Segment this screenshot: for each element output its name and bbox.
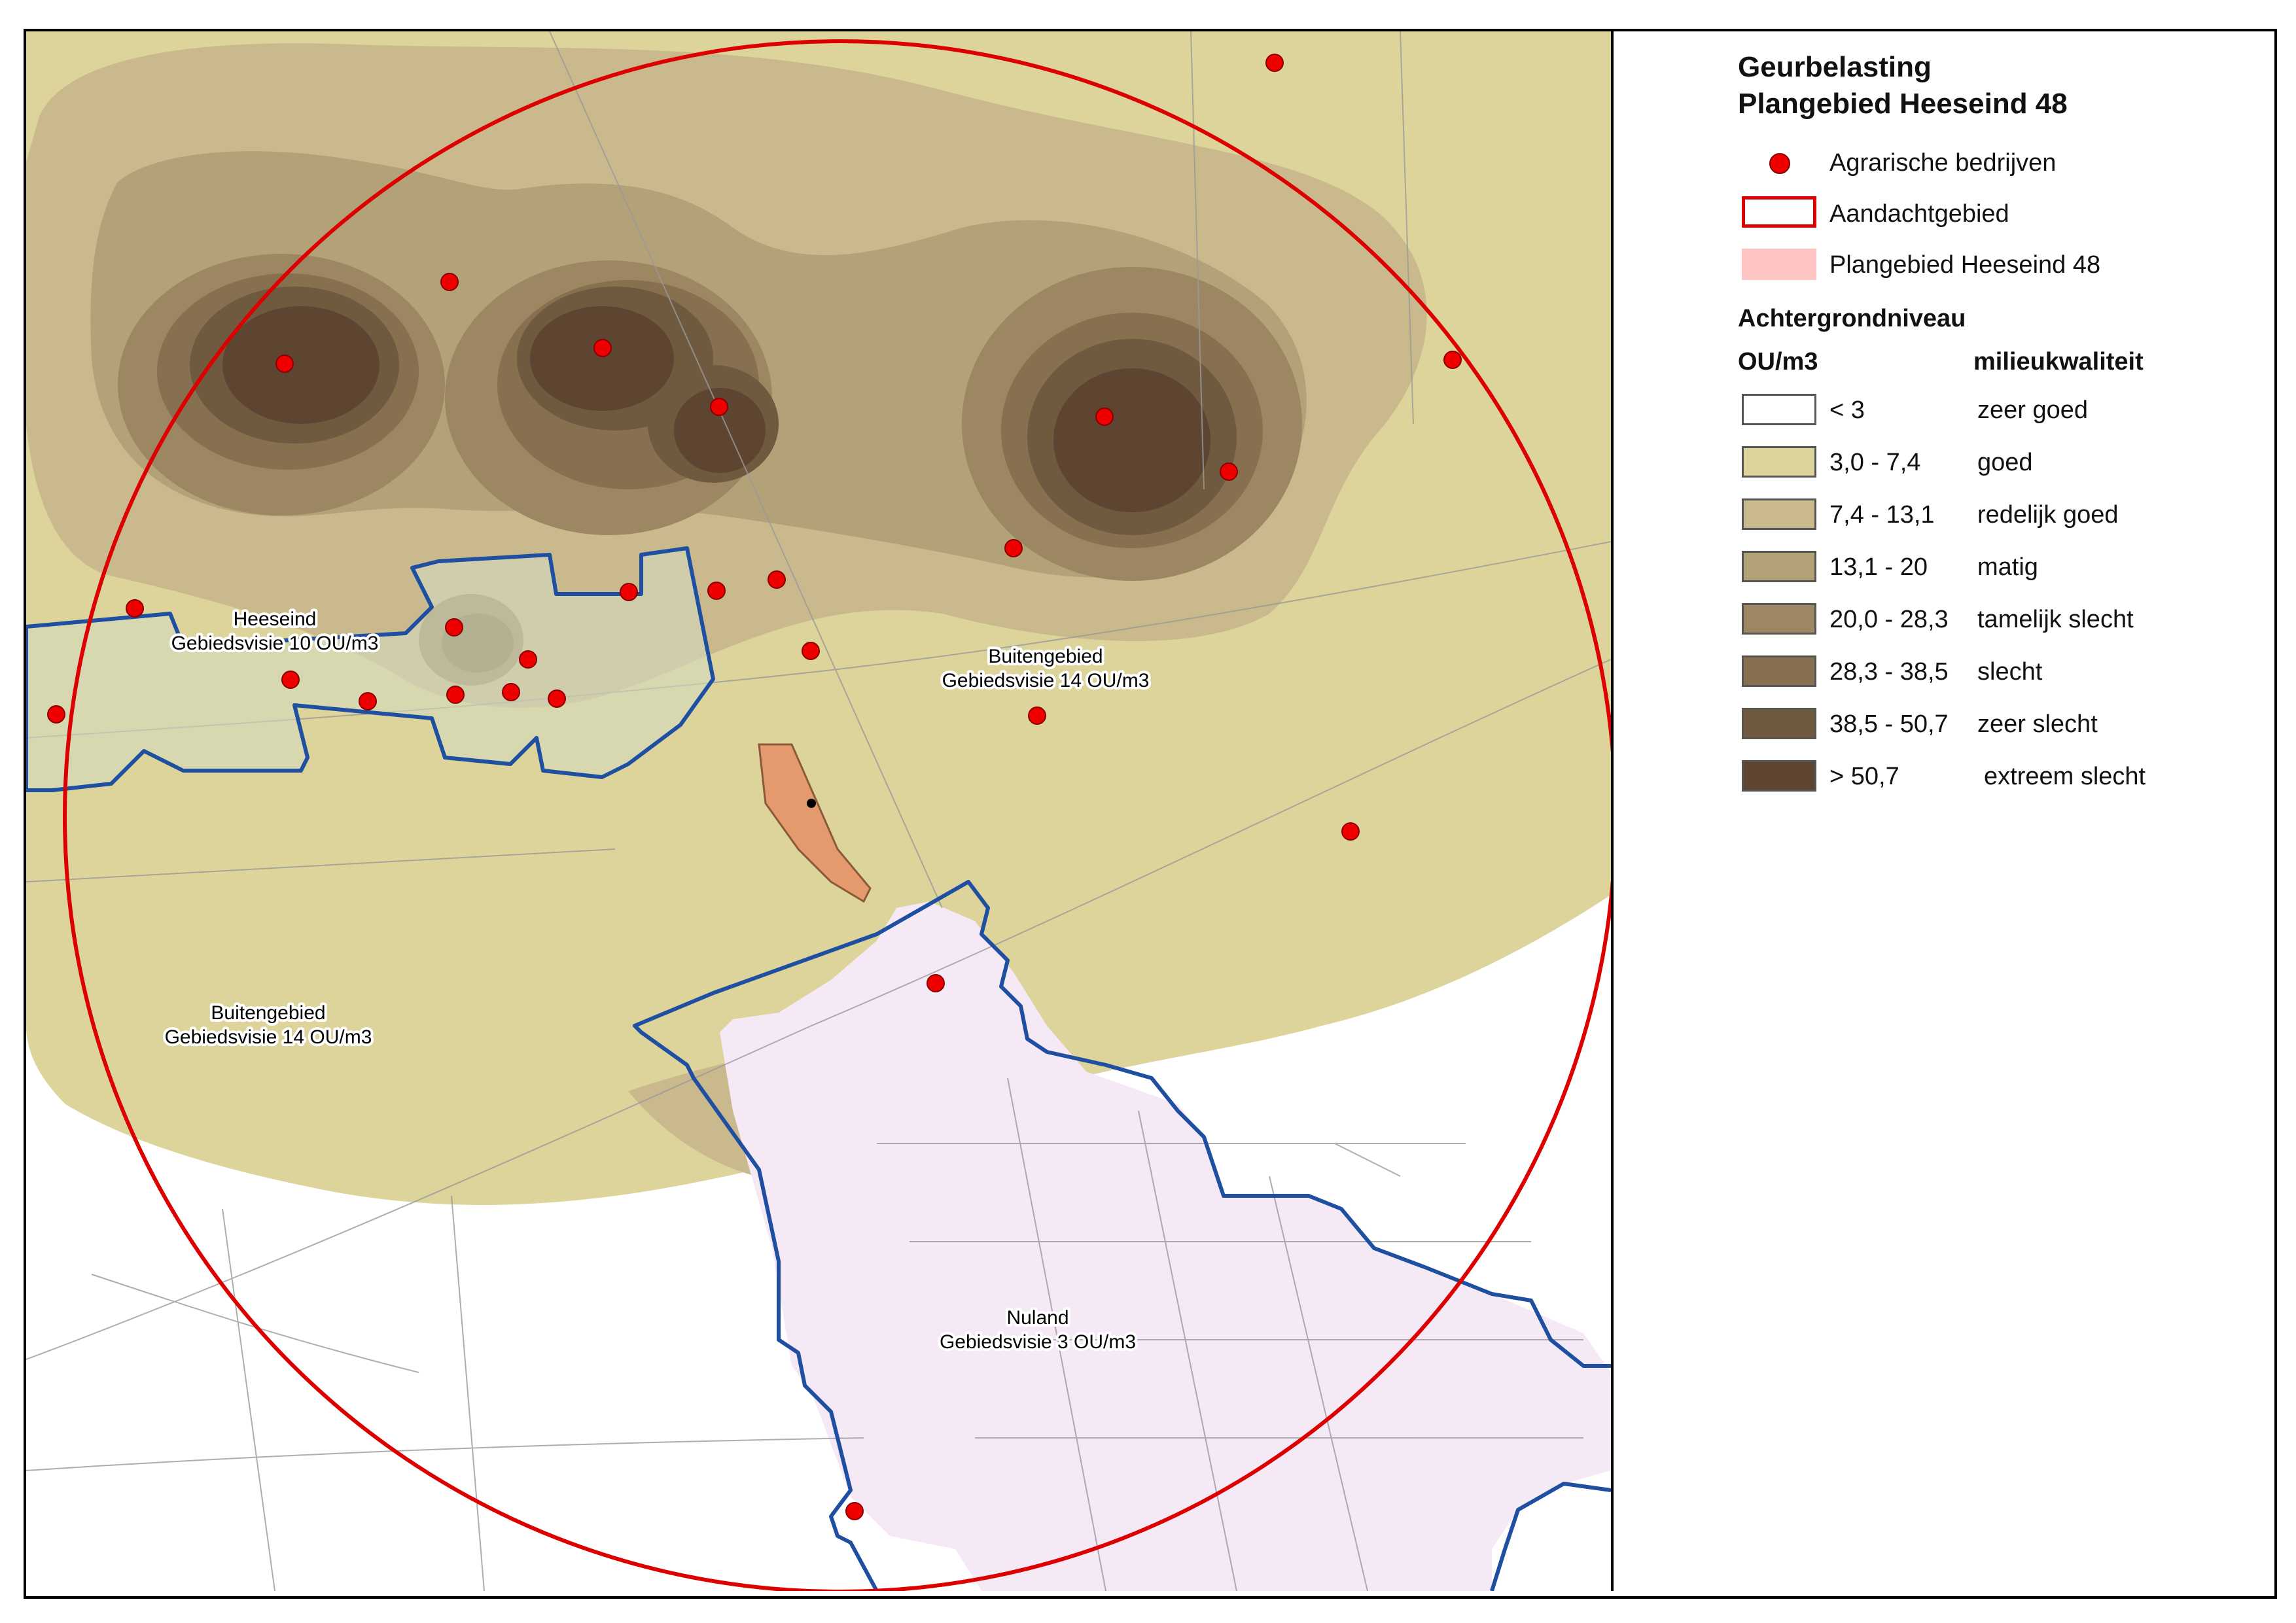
class-swatch-4 (1742, 551, 1816, 582)
class-quality-4: matig (1977, 553, 2038, 581)
attention-area-swatch (1742, 196, 1816, 228)
label-buitengebied-ne-vision: Gebiedsvisie 14 OU/m3 (942, 670, 1150, 691)
label-heeseind-name: Heeseind (234, 608, 317, 630)
legend-col-quality: milieukwaliteit (1973, 348, 2144, 375)
odour-map[interactable]: Heeseind Gebiedsvisie 10 OU/m3 Buitengeb… (26, 31, 1611, 1591)
plan-area-swatch (1742, 249, 1816, 280)
class-quality-5: tamelijk slecht (1977, 606, 2134, 633)
farm-point[interactable] (593, 339, 612, 357)
label-nuland-vision: Gebiedsvisie 3 OU/m3 (940, 1331, 1136, 1353)
label-buitengebied-sw-vision: Gebiedsvisie 14 OU/m3 (165, 1026, 372, 1048)
label-buitengebied-ne-name: Buitengebied (988, 646, 1103, 667)
farm-point[interactable] (1028, 707, 1046, 725)
class-quality-3: redelijk goed (1977, 501, 2119, 529)
farm-point[interactable] (845, 1502, 864, 1520)
farm-point[interactable] (802, 642, 820, 660)
farm-point[interactable] (548, 689, 566, 708)
farm-point[interactable] (519, 650, 537, 669)
farm-point[interactable] (1341, 822, 1360, 841)
class-quality-1: zeer goed (1977, 396, 2089, 424)
class-swatch-5 (1742, 603, 1816, 635)
farm-point[interactable] (446, 686, 465, 704)
class-quality-6: slecht (1977, 658, 2043, 686)
class-swatch-8 (1742, 760, 1816, 792)
farm-point[interactable] (1265, 54, 1284, 72)
class-range-3: 7,4 - 13,1 (1829, 501, 1935, 529)
class-range-6: 28,3 - 38,5 (1829, 658, 1949, 686)
farm-point[interactable] (47, 705, 65, 724)
plangebied-center-point (807, 799, 816, 808)
class-range-7: 38,5 - 50,7 (1829, 710, 1949, 738)
legend-col-unit: OU/m3 (1738, 348, 1818, 375)
class-quality-8: extreem slecht (1984, 763, 2146, 790)
farm-point[interactable] (927, 974, 945, 992)
farm-point[interactable] (710, 398, 728, 416)
class-quality-7: zeer slecht (1977, 710, 2098, 738)
farm-point[interactable] (768, 570, 786, 589)
legend-farms-label: Agrarische bedrijven (1829, 149, 2057, 177)
farm-point[interactable] (359, 692, 377, 710)
class-swatch-3 (1742, 498, 1816, 530)
class-range-8: > 50,7 (1829, 763, 1899, 790)
farm-point[interactable] (620, 583, 638, 601)
farm-point[interactable] (275, 355, 294, 373)
class-range-4: 13,1 - 20 (1829, 553, 1928, 581)
farm-point[interactable] (502, 683, 520, 701)
farm-point[interactable] (281, 671, 300, 689)
class-range-2: 3,0 - 7,4 (1829, 449, 1921, 476)
farm-point[interactable] (445, 618, 463, 637)
farm-point[interactable] (1220, 462, 1238, 481)
legend-plan-label: Plangebied Heeseind 48 (1829, 251, 2101, 279)
farm-point[interactable] (440, 273, 459, 291)
legend-title-line2: Plangebied Heeseind 48 (1738, 88, 2068, 120)
farm-legend-icon (1769, 153, 1790, 174)
class-swatch-1 (1742, 394, 1816, 425)
legend-panel: Geurbelasting Plangebied Heeseind 48 Agr… (1611, 31, 2272, 1591)
legend-title-line1: Geurbelasting (1738, 51, 1932, 83)
label-nuland-name: Nuland (1006, 1307, 1069, 1329)
class-quality-2: goed (1977, 449, 2033, 476)
label-heeseind-vision: Gebiedsvisie 10 OU/m3 (171, 633, 379, 654)
farm-point[interactable] (707, 582, 726, 600)
farm-point[interactable] (126, 599, 144, 618)
farm-point[interactable] (1443, 351, 1462, 369)
class-swatch-6 (1742, 655, 1816, 687)
legend-attention-label: Aandachtgebied (1829, 200, 2009, 228)
farm-point[interactable] (1004, 539, 1023, 557)
class-swatch-7 (1742, 708, 1816, 739)
label-buitengebied-sw-name: Buitengebied (211, 1002, 325, 1024)
farm-point[interactable] (1095, 408, 1114, 426)
class-swatch-2 (1742, 446, 1816, 478)
class-range-5: 20,0 - 28,3 (1829, 606, 1949, 633)
class-range-1: < 3 (1829, 396, 1865, 424)
legend-section-title: Achtergrondniveau (1738, 305, 1966, 332)
